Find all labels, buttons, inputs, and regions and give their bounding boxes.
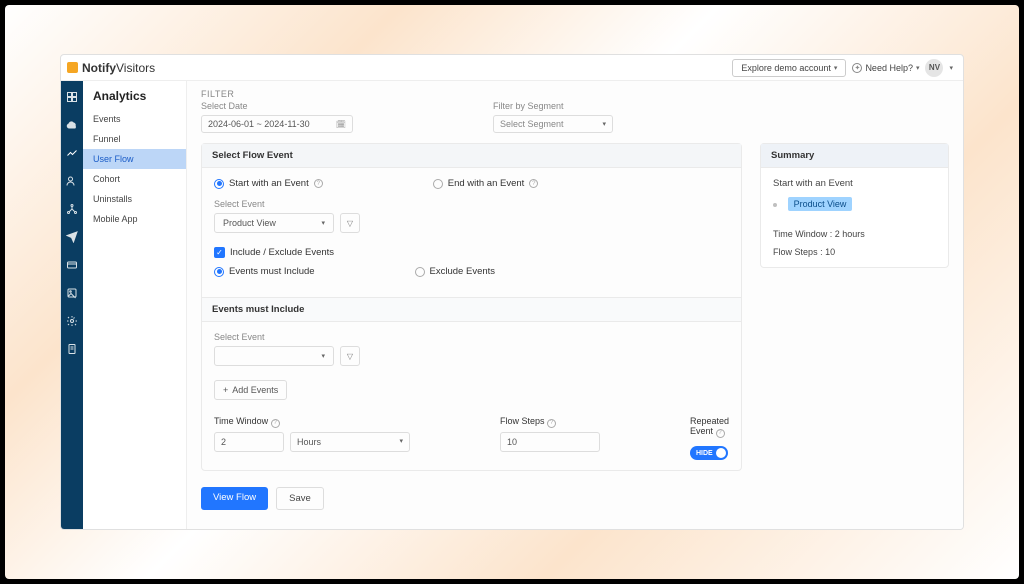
save-button[interactable]: Save: [276, 487, 324, 510]
chevron-down-icon: ▾: [321, 352, 325, 360]
segment-label: Filter by Segment: [493, 101, 613, 111]
select-event-label-2: Select Event: [214, 332, 729, 342]
flow-steps-input[interactable]: 10: [500, 432, 600, 452]
nav-card-icon[interactable]: [66, 259, 78, 271]
checkbox-checked-icon[interactable]: ✓: [214, 247, 225, 258]
filter-icon-button[interactable]: ▽: [340, 213, 360, 233]
icon-nav: [61, 81, 83, 529]
toggle-knob: [716, 448, 726, 458]
plus-icon: +: [223, 385, 228, 395]
exclude-events-radio[interactable]: Exclude Events: [415, 266, 495, 277]
event-select[interactable]: Product View ▾: [214, 213, 334, 233]
summary-header: Summary: [761, 144, 948, 168]
chevron-down-icon: ▾: [321, 219, 325, 227]
summary-start-label: Start with an Event: [773, 178, 936, 189]
nav-image-icon[interactable]: [66, 287, 78, 299]
brand-bold: Notify: [82, 61, 116, 75]
nav-network-icon[interactable]: [66, 203, 78, 215]
flow-panel-header: Select Flow Event: [202, 144, 741, 168]
explore-account-button[interactable]: Explore demo account ▾: [732, 59, 846, 77]
avatar[interactable]: NV: [925, 59, 943, 77]
lifebuoy-icon: ✦: [852, 63, 862, 73]
include-exclude-label: Include / Exclude Events: [230, 247, 334, 258]
nav-analytics-icon[interactable]: [66, 147, 78, 159]
nav-send-icon[interactable]: [66, 231, 78, 243]
add-events-button[interactable]: + Add Events: [214, 380, 287, 400]
bullet-icon: [773, 203, 777, 207]
filter-heading: FILTER: [201, 89, 949, 99]
summary-time-window: Time Window : 2 hours: [773, 229, 936, 239]
flow-event-panel: Select Flow Event Start with an Event ? …: [201, 143, 742, 471]
filter-icon-button[interactable]: ▽: [340, 346, 360, 366]
sidebar-item-user-flow[interactable]: User Flow: [83, 149, 186, 169]
nav-doc-icon[interactable]: [66, 343, 78, 355]
sidebar-item-funnel[interactable]: Funnel: [83, 129, 186, 149]
include-event-select[interactable]: ▾: [214, 346, 334, 366]
sub-sidebar: Analytics Events Funnel User Flow Cohort…: [83, 81, 187, 529]
select-event-label: Select Event: [214, 199, 729, 209]
nav-users-icon[interactable]: [66, 175, 78, 187]
end-with-event-radio[interactable]: End with an Event ?: [433, 178, 539, 189]
chevron-down-icon: ▾: [399, 437, 403, 447]
need-help-button[interactable]: ✦ Need Help? ▾: [852, 63, 919, 73]
help-icon[interactable]: ?: [716, 429, 725, 438]
sidebar-item-events[interactable]: Events: [83, 109, 186, 129]
date-label: Select Date: [201, 101, 353, 111]
must-include-radio[interactable]: Events must Include: [214, 266, 315, 277]
sidebar-item-uninstalls[interactable]: Uninstalls: [83, 189, 186, 209]
must-include-header: Events must Include: [202, 297, 741, 322]
repeated-event-toggle[interactable]: HIDE: [690, 446, 728, 460]
chevron-down-icon: ▾: [916, 64, 920, 72]
sidebar-item-mobile-app[interactable]: Mobile App: [83, 209, 186, 229]
help-icon[interactable]: ?: [547, 419, 556, 428]
radio-checked-icon: [214, 179, 224, 189]
brand-logo: NotifyVisitors: [67, 61, 155, 75]
help-icon[interactable]: ?: [529, 179, 538, 188]
flow-steps-label: Flow Steps: [500, 416, 545, 426]
nav-dashboard-icon[interactable]: [66, 91, 78, 103]
help-icon[interactable]: ?: [271, 419, 280, 428]
calendar-icon: 🗓: [336, 120, 346, 129]
radio-empty-icon: [433, 179, 443, 189]
view-flow-button[interactable]: View Flow: [201, 487, 268, 510]
nav-cloud-icon[interactable]: [66, 119, 78, 131]
nav-settings-icon[interactable]: [66, 315, 78, 327]
summary-event-tag: Product View: [788, 197, 853, 211]
chevron-down-icon: ▾: [834, 64, 838, 72]
date-range-input[interactable]: 2024-06-01 ~ 2024-11-30 🗓: [201, 115, 353, 133]
chevron-down-icon: ▾: [602, 120, 606, 128]
time-value-input[interactable]: 2: [214, 432, 284, 452]
time-window-label: Time Window: [214, 416, 268, 426]
help-icon[interactable]: ?: [314, 179, 323, 188]
chevron-down-icon[interactable]: ▾: [949, 64, 953, 72]
brand-light: Visitors: [116, 61, 155, 75]
sidebar-item-cohort[interactable]: Cohort: [83, 169, 186, 189]
time-unit-select[interactable]: Hours ▾: [290, 432, 410, 452]
page-title: Analytics: [83, 89, 186, 109]
start-with-event-radio[interactable]: Start with an Event ?: [214, 178, 323, 189]
summary-flow-steps: Flow Steps : 10: [773, 247, 936, 257]
segment-select[interactable]: Select Segment ▾: [493, 115, 613, 133]
summary-panel: Summary Start with an Event Product View…: [760, 143, 949, 268]
radio-empty-icon: [415, 267, 425, 277]
radio-checked-icon: [214, 267, 224, 277]
